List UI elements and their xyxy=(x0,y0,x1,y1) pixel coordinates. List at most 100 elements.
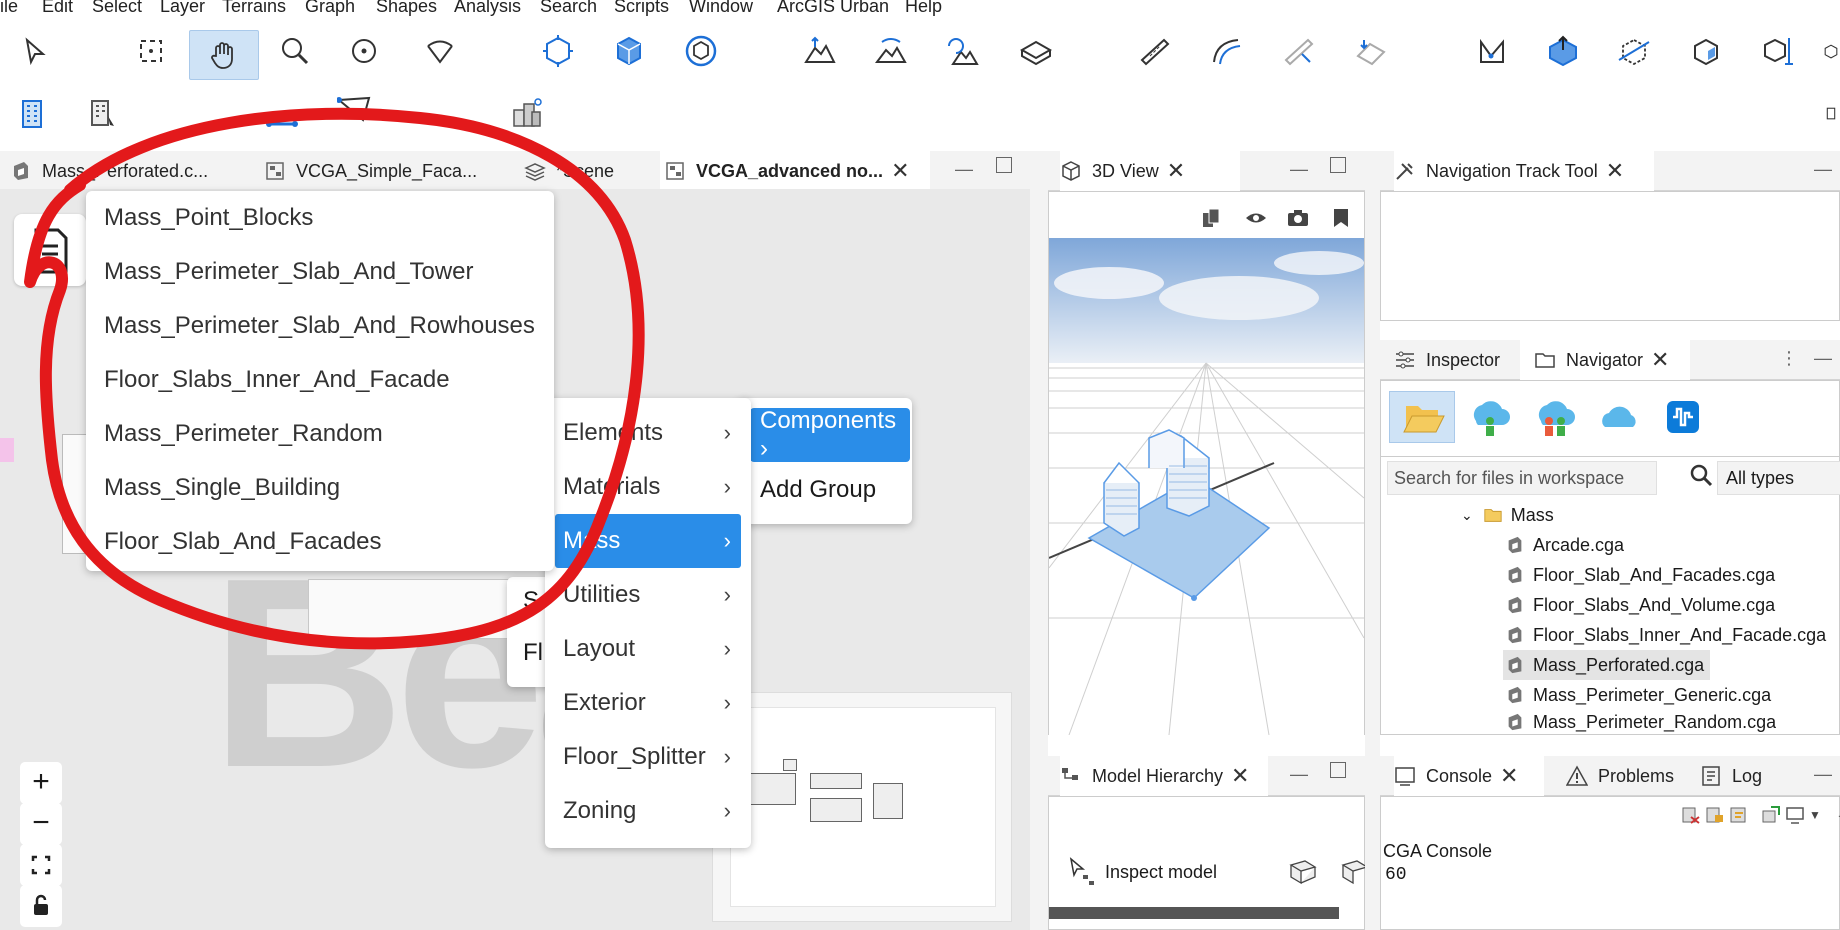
minimize-icon[interactable]: — xyxy=(1814,348,1832,369)
dropdown-arrow-icon[interactable]: ▼ xyxy=(1809,805,1821,825)
line-tool-icon[interactable] xyxy=(262,93,302,129)
fly-tool-icon[interactable] xyxy=(420,31,460,71)
close-icon[interactable]: ✕ xyxy=(891,160,909,182)
maximize-icon[interactable] xyxy=(1330,157,1346,173)
rectangle-select-icon[interactable] xyxy=(131,31,171,71)
cloud-icon[interactable] xyxy=(1597,395,1643,446)
menu-item-floor-slabs-inner-and-facade[interactable]: Floor_Slabs_Inner_And_Facade xyxy=(86,353,450,407)
menu-item-fl[interactable]: Fl xyxy=(523,639,543,667)
menu-shapes[interactable]: Shapes xyxy=(376,0,437,16)
menu-item-mass-point-blocks[interactable]: Mass_Point_Blocks xyxy=(86,191,313,245)
tree-file[interactable]: Mass_Perimeter_Generic.cga xyxy=(1505,680,1771,710)
menu-search[interactable]: Search xyxy=(540,0,597,16)
lock-button[interactable] xyxy=(20,885,62,927)
minimize-icon[interactable]: — xyxy=(1814,159,1832,180)
tree-file[interactable]: Arcade.cga xyxy=(1505,530,1624,560)
street-edit-icon[interactable] xyxy=(1279,31,1319,71)
horizontal-scrollbar[interactable] xyxy=(1049,907,1339,919)
street-align-icon[interactable] xyxy=(1351,31,1391,71)
more-tools-2-icon[interactable] xyxy=(1822,93,1840,133)
tab-problems[interactable]: Problems xyxy=(1556,756,1686,796)
close-icon[interactable]: ✕ xyxy=(1606,160,1624,182)
menu-terrains[interactable]: Terrains xyxy=(222,0,286,16)
graph-node[interactable] xyxy=(308,579,518,639)
tab-navigation-track-tool[interactable]: Navigation Track Tool ✕ xyxy=(1394,151,1654,191)
workspace-folder-button[interactable] xyxy=(1389,391,1455,443)
minimize-icon[interactable]: — xyxy=(1290,159,1308,180)
pin-console-icon[interactable] xyxy=(1761,805,1781,825)
wire-cube-icon[interactable] xyxy=(1287,855,1319,890)
menu-item-add-group[interactable]: Add Group xyxy=(760,470,876,510)
pan-hand-icon[interactable] xyxy=(189,30,259,80)
menu-scripts[interactable]: Scripts xyxy=(614,0,669,16)
minimize-icon[interactable]: — xyxy=(955,159,973,180)
type-filter-dropdown[interactable]: All types xyxy=(1717,461,1840,495)
tree-file[interactable]: Floor_Slabs_Inner_And_Facade.cga xyxy=(1505,620,1826,650)
bookmarks-icon[interactable] xyxy=(1201,207,1223,234)
node-card[interactable] xyxy=(14,214,86,286)
menu-item-mass-perimeter-slab-and-rowhouses[interactable]: Mass_Perimeter_Slab_And_Rowhouses xyxy=(86,299,535,353)
menu-graph[interactable]: Graph xyxy=(305,0,355,16)
select-tool-icon[interactable] xyxy=(14,31,54,71)
menu-arcgis-urban[interactable]: ArcGIS Urban xyxy=(777,0,889,16)
maximize-icon[interactable] xyxy=(1330,762,1346,778)
zoom-icon[interactable] xyxy=(275,31,315,71)
lock-scroll-icon[interactable] xyxy=(1705,805,1725,825)
menu-item-utilities[interactable]: Utilities › xyxy=(545,568,751,622)
tab-vcga-simple-facade[interactable]: VCGA_Simple_Faca... xyxy=(264,151,504,191)
frame-scene-icon[interactable] xyxy=(609,31,649,71)
camera-icon[interactable] xyxy=(1286,207,1310,234)
more-vertical-icon[interactable]: ⋮ xyxy=(1780,348,1798,369)
menu-item-zoning[interactable]: Zoning › xyxy=(545,784,751,838)
more-tools-icon[interactable] xyxy=(1822,31,1840,71)
menu-item-mass-single-building[interactable]: Mass_Single_Building xyxy=(86,461,340,515)
close-icon[interactable]: ✕ xyxy=(1651,349,1669,371)
bookmark-icon[interactable] xyxy=(1331,207,1351,234)
polygon-tool-icon[interactable] xyxy=(334,93,374,129)
tree-folder-mass[interactable]: ⌄ Mass xyxy=(1461,500,1554,530)
shape-vertex-icon[interactable] xyxy=(1472,31,1512,71)
minimize-icon[interactable]: — xyxy=(1290,764,1308,785)
portal-user-icon[interactable] xyxy=(1466,395,1512,446)
minimap[interactable] xyxy=(712,692,1012,922)
reset-view-icon[interactable] xyxy=(681,31,721,71)
frame-selection-icon[interactable] xyxy=(538,31,578,71)
menu-window[interactable]: Window xyxy=(689,0,753,16)
building-select-icon[interactable] xyxy=(83,93,123,133)
menu-item-layout[interactable]: Layout › xyxy=(545,622,751,676)
menu-item-floor-splitter[interactable]: Floor_Splitter › xyxy=(545,730,751,784)
tab-inspector[interactable]: Inspector xyxy=(1394,340,1534,380)
curved-street-icon[interactable] xyxy=(1207,31,1247,71)
terrain-flatten-icon[interactable] xyxy=(1016,31,1056,71)
menu-file[interactable]: ile xyxy=(0,0,18,16)
tree-file[interactable]: Mass_Perimeter_Random.cga xyxy=(1505,710,1776,734)
menu-edit[interactable]: Edit xyxy=(42,0,73,16)
menu-item-s[interactable]: S xyxy=(523,587,539,615)
tab-console[interactable]: Console ✕ xyxy=(1394,756,1544,796)
terrain-rotate-icon[interactable] xyxy=(942,31,982,71)
word-wrap-icon[interactable] xyxy=(1729,805,1749,825)
texture-cube-icon[interactable] xyxy=(1686,31,1726,71)
minimize-icon[interactable]: — xyxy=(1814,764,1832,785)
menu-item-mass-perimeter-random[interactable]: Mass_Perimeter_Random xyxy=(86,407,383,461)
menu-help[interactable]: Help xyxy=(905,0,942,16)
tab-model-hierarchy[interactable]: Model Hierarchy ✕ xyxy=(1060,756,1268,796)
portal-group-icon[interactable] xyxy=(1531,395,1577,446)
menu-layer[interactable]: Layer xyxy=(160,0,205,16)
eye-icon[interactable] xyxy=(1244,207,1268,234)
menu-item-elements[interactable]: Elements › xyxy=(545,406,751,460)
split-cube-icon[interactable] xyxy=(1614,31,1654,71)
orbit-icon[interactable] xyxy=(344,31,384,71)
maximize-icon[interactable] xyxy=(996,157,1012,173)
tree-file[interactable]: Floor_Slab_And_Facades.cga xyxy=(1505,560,1775,590)
menu-item-exterior[interactable]: Exterior › xyxy=(545,676,751,730)
chevron-down-icon[interactable]: ⌄ xyxy=(1461,507,1473,524)
zoom-in-button[interactable]: + xyxy=(20,762,62,804)
tab-vcga-advanced[interactable]: VCGA_advanced no... ✕ xyxy=(660,151,930,191)
file-search-input[interactable]: Search for files in workspace xyxy=(1387,461,1657,495)
tab-3d-view[interactable]: 3D View ✕ xyxy=(1060,151,1240,191)
terrain-raise-icon[interactable] xyxy=(800,31,840,71)
tree-file-selected[interactable]: Mass_Perforated.cga xyxy=(1503,650,1711,680)
tab-mass-perforated[interactable]: Mass_Perforated.c... xyxy=(10,151,248,191)
close-icon[interactable]: ✕ xyxy=(1500,765,1518,787)
